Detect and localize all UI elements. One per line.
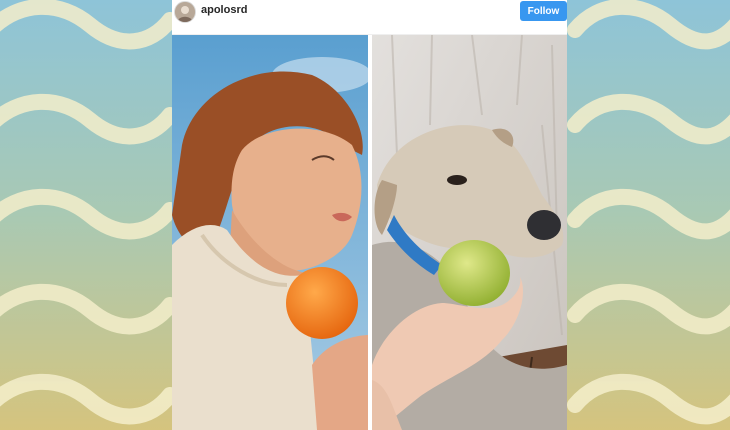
photo-dog-lemon: [372, 35, 567, 430]
photo-woman-orange: [172, 35, 368, 430]
avatar[interactable]: [174, 1, 196, 23]
post-photos[interactable]: [172, 35, 567, 430]
follow-button[interactable]: Follow: [520, 1, 567, 21]
post-header: apolosrd Follow: [172, 0, 567, 35]
instagram-post: apolosrd Follow: [172, 0, 567, 430]
username-link[interactable]: apolosrd: [201, 4, 247, 16]
